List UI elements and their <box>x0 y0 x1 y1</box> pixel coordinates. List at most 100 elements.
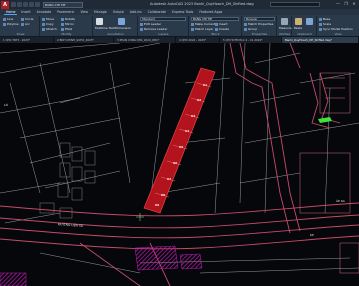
mirror-icon <box>61 22 64 26</box>
arc-icon <box>21 22 24 26</box>
insert-block-button[interactable]: Insert <box>215 22 228 26</box>
left-area-label: LÔ <box>4 103 8 107</box>
line-tool[interactable]: Line <box>3 17 13 21</box>
tab-express-tools[interactable]: Express Tools <box>170 10 195 14</box>
lot-number: 03 <box>191 114 196 118</box>
draw-group: Line Polyline Circle Arc Draw <box>2 16 40 36</box>
modify-group: Move Copy Stretch Rotate Mirror Fillet M… <box>41 16 93 36</box>
match-layer-button[interactable]: Match Layer <box>191 27 213 31</box>
clipboard-group: Paste Clipboard <box>293 16 317 36</box>
fillet-tool[interactable]: Fillet <box>61 27 72 31</box>
paste-icon[interactable] <box>295 18 302 25</box>
annotation-style-combo[interactable]: Standard <box>140 17 186 21</box>
multiline-text-button[interactable]: Multiline Text <box>95 26 115 30</box>
drawing-svg <box>0 43 359 286</box>
sync-model-position-button[interactable]: Sync Model Position <box>319 27 353 31</box>
make-current-icon <box>191 22 194 26</box>
circle-tool[interactable]: Circle <box>21 17 33 21</box>
lot-number: 06 <box>173 161 178 165</box>
maximize-button[interactable]: ❐ <box>343 1 349 7</box>
stretch-tool[interactable]: Stretch <box>42 27 57 31</box>
annotation-group-label: Annotation <box>107 32 124 36</box>
building-blocks <box>39 142 96 219</box>
properties-group: ByLayer Match Properties Group Propertie… <box>243 16 277 36</box>
view-group-label: View <box>334 32 342 36</box>
autocad-logo[interactable]: A <box>1 0 9 9</box>
minimize-button[interactable]: — <box>335 1 341 7</box>
ribbon-panel: Line Polyline Circle Arc Draw Move Copy … <box>0 15 359 37</box>
polyline-icon <box>3 22 6 26</box>
dimension-button[interactable]: Dimension <box>115 26 131 30</box>
remove-leader-icon <box>140 27 143 31</box>
line-icon <box>3 17 6 21</box>
measure-button[interactable]: Measure <box>279 26 292 30</box>
clipboard-group-label: Clipboard <box>297 32 312 36</box>
group-icon <box>244 27 247 31</box>
utilities-group: Measure Utilities <box>278 16 292 36</box>
copy-clip-icon[interactable] <box>306 18 313 25</box>
match-properties-button[interactable]: Match Properties <box>244 22 273 26</box>
tab-insert[interactable]: Insert <box>19 10 32 14</box>
app-title: Autodesk AutoCAD 2023 Banhi_QuyHoach_DH_… <box>150 2 254 6</box>
base-view-icon <box>319 17 322 21</box>
match-layer-icon <box>191 27 194 31</box>
drawing-canvas[interactable]: 01 02 03 04 05 06 07 08 09 ĐƯỜNG LIÊN XÃ… <box>0 43 359 286</box>
draw-group-label: Draw <box>16 32 25 36</box>
close-button[interactable]: ✕ <box>351 1 357 7</box>
move-tool[interactable]: Move <box>42 17 54 21</box>
create-block-button[interactable]: Create <box>215 27 229 31</box>
new-file-icon[interactable] <box>11 2 16 7</box>
lot-number: 01 <box>203 83 208 87</box>
measure-icon[interactable] <box>281 18 288 25</box>
tab-output[interactable]: Output <box>111 10 126 14</box>
tab-parametric[interactable]: Parametric <box>55 10 76 14</box>
quick-access-toolbar <box>11 2 40 7</box>
text-icon[interactable] <box>96 18 103 25</box>
copy-icon <box>42 22 45 26</box>
tab-home[interactable]: Home <box>4 10 18 15</box>
right-area-label: KP <box>310 233 314 237</box>
dimension-icon[interactable] <box>118 18 125 25</box>
tab-collaborate[interactable]: Collaborate <box>146 10 168 14</box>
layer-combo[interactable]: BANG CHI TIE <box>191 17 239 21</box>
green-marker <box>318 117 332 123</box>
scale-button[interactable]: Scale <box>319 22 331 26</box>
create-block-icon <box>215 27 218 31</box>
properties-combo[interactable]: ByLayer <box>244 17 275 21</box>
rotate-tool[interactable]: Rotate <box>61 17 75 21</box>
highlighted-lots[interactable] <box>143 67 216 214</box>
paste-button[interactable]: Paste <box>294 26 302 30</box>
remove-leader-button[interactable]: Remove Leader <box>140 27 167 31</box>
search-input[interactable] <box>270 2 320 7</box>
block-group: BANG CHI TIE Make Current Match Layer In… <box>190 16 242 36</box>
sync-icon <box>319 27 322 31</box>
modify-group-label: Modify <box>61 32 72 36</box>
make-current-button[interactable]: Make Current <box>191 22 215 26</box>
mirror-tool[interactable]: Mirror <box>61 22 74 26</box>
fillet-icon <box>61 27 64 31</box>
tab-view[interactable]: View <box>78 10 90 14</box>
undo-icon[interactable] <box>29 2 34 7</box>
save-icon[interactable] <box>23 2 28 7</box>
group-button[interactable]: Group <box>244 27 257 31</box>
view-group: Base Scale Sync Model Position View <box>318 16 358 36</box>
window-controls: — ❐ ✕ <box>335 1 357 7</box>
highlighted-parcel-strip[interactable] <box>143 67 216 214</box>
lot-number: 08 <box>161 193 166 197</box>
lot-number: 07 <box>167 177 172 181</box>
open-file-icon[interactable] <box>17 2 22 7</box>
layers-group: Standard Edit Leader Remove Leader Layer… <box>139 16 189 36</box>
scale-icon <box>319 22 322 26</box>
arc-tool[interactable]: Arc <box>21 22 30 26</box>
base-view-button[interactable]: Base <box>319 17 330 21</box>
polyline-tool[interactable]: Polyline <box>3 22 19 26</box>
tab-featured-apps[interactable]: Featured Apps <box>197 10 224 14</box>
edit-leader-button[interactable]: Edit Leader <box>140 22 161 26</box>
copy-tool[interactable]: Copy <box>42 22 54 26</box>
redo-icon[interactable] <box>35 2 40 7</box>
tab-manage[interactable]: Manage <box>92 10 109 14</box>
tab-annotate[interactable]: Annotate <box>35 10 54 14</box>
properties-group-label: Properties <box>251 32 268 36</box>
workspace-layer-dropdown[interactable]: BANG CHI TIE <box>43 1 83 8</box>
tab-addins[interactable]: Add-ins <box>128 10 144 14</box>
